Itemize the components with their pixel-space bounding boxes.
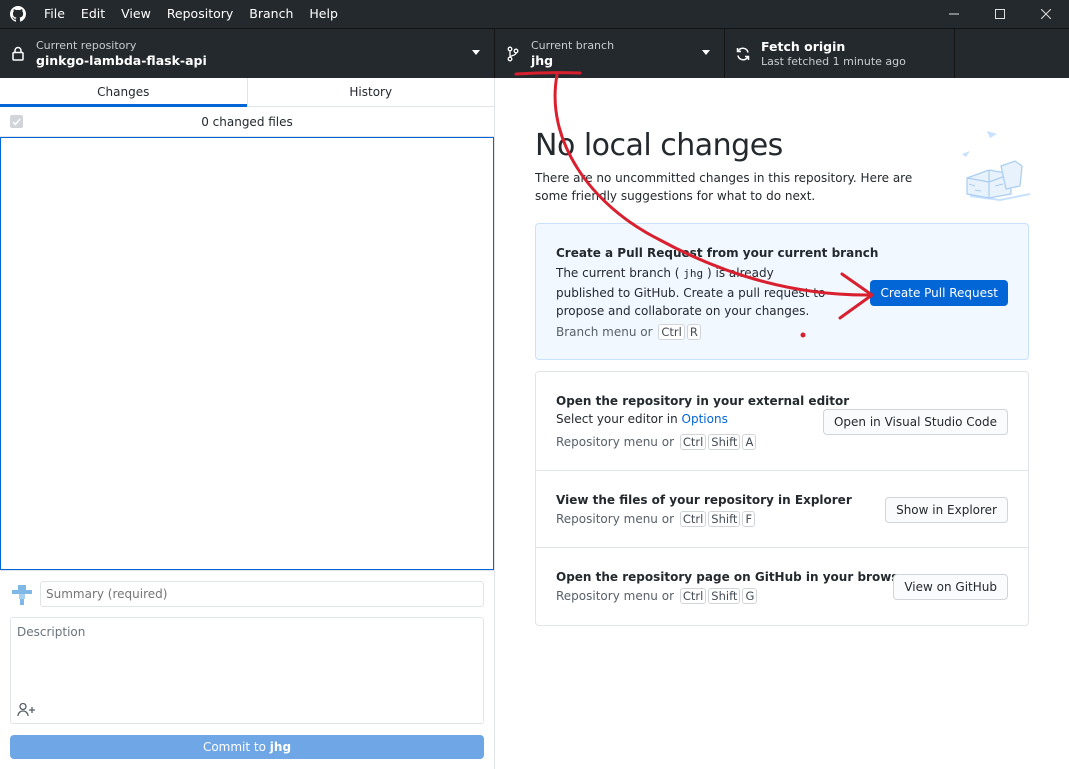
kbd-shift: Shift [708,511,741,527]
open-editor-sub-prefix: Select your editor in [556,412,682,426]
github-logo-icon [0,0,36,28]
title-bar: File Edit View Repository Branch Help [0,0,1069,28]
last-fetched-text: Last fetched 1 minute ago [761,54,906,68]
github-shortcut-prefix: Repository menu or [556,589,674,603]
toolbar: Current repository ginkgo-lambda-flask-a… [0,28,1069,78]
kbd-ctrl: Ctrl [679,588,707,604]
open-in-editor-row: Open the repository in your external edi… [536,372,1028,471]
kbd-shift: Shift [708,434,741,450]
caret-down-icon [472,50,480,55]
explorer-shortcut: Repository menu or Ctrl Shift F [556,511,756,527]
menu-branch[interactable]: Branch [241,0,301,28]
sync-icon [725,46,761,62]
window-controls [931,0,1069,28]
avatar [10,583,34,607]
kbd-ctrl: Ctrl [679,434,707,450]
suggestions-card: Open the repository in your external edi… [535,371,1029,626]
view-on-github-row: Open the repository page on GitHub in yo… [536,548,1028,625]
select-all-checkbox[interactable] [10,115,23,128]
open-editor-title: Open the repository in your external edi… [556,394,850,408]
options-link[interactable]: Options [682,412,728,426]
add-coauthor-icon[interactable] [17,702,37,720]
lock-icon [0,46,36,61]
current-branch-label: Current branch [531,38,615,52]
open-editor-shortcut: Repository menu or Ctrl Shift A [556,434,757,450]
open-editor-sub: Select your editor in Options [556,412,728,426]
menu-file[interactable]: File [36,0,73,28]
menu-repository[interactable]: Repository [159,0,241,28]
page-description: There are no uncommitted changes in this… [535,171,913,203]
menu-bar: File Edit View Repository Branch Help [36,0,346,28]
changed-files-list[interactable] [0,137,494,570]
kbd-shift: Shift [708,588,741,604]
description-textarea[interactable]: Description [10,617,484,724]
kbd-f: F [742,511,756,527]
git-branch-icon [495,46,531,62]
create-pull-request-card: Create a Pull Request from your current … [535,223,1029,360]
kbd-ctrl: Ctrl [679,511,707,527]
minimize-icon[interactable] [931,0,977,28]
menu-view[interactable]: View [113,0,159,28]
open-in-vscode-button[interactable]: Open in Visual Studio Code [822,409,1008,435]
empty-box-illustration-icon [955,126,1035,206]
kbd-ctrl: Ctrl [658,324,685,340]
open-editor-shortcut-prefix: Repository menu or [556,435,674,449]
pr-card-text: The current branch ( jhg ) is already pu… [556,264,826,321]
tab-history[interactable]: History [246,78,495,106]
commit-button[interactable]: Commit to jhg [10,735,484,759]
fetch-origin-button[interactable]: Fetch origin Last fetched 1 minute ago [725,29,955,78]
summary-input[interactable] [40,581,484,607]
maximize-icon[interactable] [977,0,1023,28]
pr-text-before: The current branch ( [556,266,680,280]
kbd-g: G [742,588,758,604]
pr-card-title: Create a Pull Request from your current … [556,246,879,260]
commit-button-prefix: Commit to [202,740,270,754]
pr-branch-code: jhg [683,267,704,280]
no-changes-view: No local changes There are no uncommitte… [495,78,1069,769]
changed-files-count: 0 changed files [201,114,293,129]
page-title: No local changes [535,128,783,163]
caret-down-icon [702,50,710,55]
commit-button-branch: jhg [269,740,292,754]
kbd-r: R [686,324,701,340]
close-icon[interactable] [1023,0,1069,28]
kbd-a: A [742,434,757,450]
fetch-origin-title: Fetch origin [761,38,846,54]
current-branch-name: jhg [531,52,554,68]
explorer-shortcut-prefix: Repository menu or [556,512,674,526]
current-repository-button[interactable]: Current repository ginkgo-lambda-flask-a… [0,29,495,78]
show-in-explorer-button[interactable]: Show in Explorer [885,497,1008,523]
commit-area: Description Commit to jhg [0,570,494,769]
github-title: Open the repository page on GitHub in yo… [556,570,913,584]
pr-shortcut-prefix: Branch menu or [556,325,653,339]
explorer-title: View the files of your repository in Exp… [556,493,852,507]
create-pull-request-button[interactable]: Create Pull Request [870,280,1008,306]
show-in-explorer-row: View the files of your repository in Exp… [536,471,1028,548]
current-repository-label: Current repository [36,38,137,52]
changes-pane: Changes History 0 changed files Descript… [0,78,495,769]
current-repository-name: ginkgo-lambda-flask-api [36,52,207,68]
github-shortcut: Repository menu or Ctrl Shift G [556,588,758,604]
pr-shortcut: Branch menu or Ctrl R [556,324,701,340]
changes-header: 0 changed files [0,107,494,137]
pane-tabs: Changes History [0,78,494,107]
tab-changes[interactable]: Changes [0,78,247,107]
current-branch-button[interactable]: Current branch jhg [495,29,725,78]
menu-edit[interactable]: Edit [73,0,113,28]
menu-help[interactable]: Help [301,0,346,28]
description-placeholder: Description [17,625,86,639]
view-on-github-button[interactable]: View on GitHub [893,574,1008,600]
